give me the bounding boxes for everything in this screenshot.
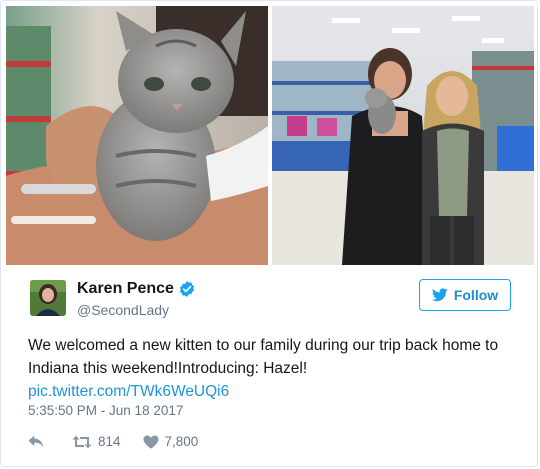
photo-grid	[6, 6, 534, 265]
handle[interactable]: @SecondLady	[77, 302, 169, 318]
like-count: 7,800	[164, 434, 199, 449]
reply-action[interactable]	[28, 435, 50, 449]
reply-icon	[28, 435, 44, 447]
store-photo[interactable]	[272, 6, 534, 265]
follow-label: Follow	[453, 287, 499, 303]
verified-badge-icon	[179, 281, 195, 297]
tweet-text-line1: We welcomed a new kitten to our family d…	[28, 337, 499, 354]
author-name-row[interactable]: Karen Pence	[77, 280, 196, 298]
tweet-text: We welcomed a new kitten to our family d…	[28, 334, 518, 403]
twitter-bird-icon	[431, 288, 448, 302]
tweet-card: Karen Pence @SecondLady Follow We welcom…	[0, 0, 538, 467]
follow-button[interactable]: Follow	[419, 279, 511, 311]
like-action[interactable]: 7,800	[143, 434, 199, 449]
action-bar: 814 7,800	[28, 434, 220, 449]
media-link[interactable]: pic.twitter.com/TWk6WeUQi6	[28, 383, 229, 400]
display-name[interactable]: Karen Pence	[77, 280, 174, 298]
retweet-count: 814	[98, 434, 121, 449]
retweet-action[interactable]: 814	[72, 434, 121, 449]
tweet-text-line2: Indiana this weekend!Introducing: Hazel!	[28, 360, 308, 377]
timestamp[interactable]: 5:35:50 PM - Jun 18 2017	[28, 403, 183, 418]
kitten-photo[interactable]	[6, 6, 268, 265]
heart-icon	[143, 435, 159, 448]
retweet-icon	[72, 435, 92, 448]
avatar[interactable]	[30, 280, 66, 316]
